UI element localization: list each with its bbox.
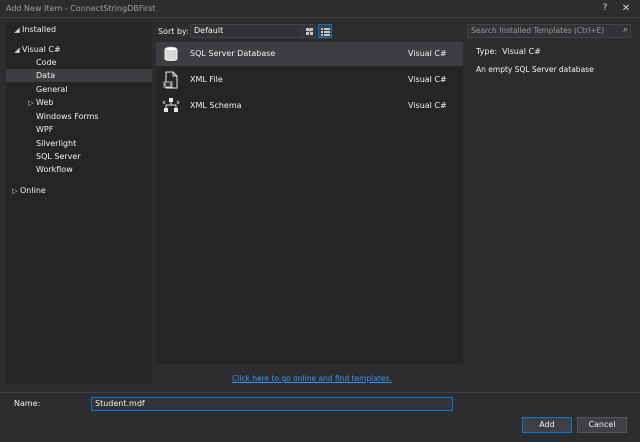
help-button[interactable]: ?	[596, 1, 614, 16]
tree-node-label: Workflow	[36, 165, 73, 174]
tree-node-visual-csharp[interactable]: ◢ Visual C#	[12, 43, 61, 56]
type-row: Type: Visual C#	[476, 47, 541, 56]
xml-schema-icon	[162, 98, 180, 112]
collapsed-arrow-icon[interactable]: ▷	[26, 97, 36, 110]
tree-node-label: Data	[36, 71, 56, 80]
tree-node-wpf[interactable]: WPF	[36, 123, 53, 136]
tree-node-web[interactable]: ▷ Web	[26, 96, 53, 109]
cancel-button[interactable]: Cancel	[577, 417, 627, 433]
template-row-sql-server-database[interactable]: SQL Server Database Visual C#	[156, 42, 463, 66]
template-name: XML File	[190, 75, 223, 84]
template-language: Visual C#	[408, 75, 447, 84]
xml-file-icon	[163, 71, 178, 89]
type-label: Type:	[476, 47, 498, 56]
tree-node-sql-server[interactable]: SQL Server	[36, 150, 81, 163]
template-row-xml-schema[interactable]: XML Schema Visual C#	[156, 94, 463, 118]
tree-node-label: General	[36, 85, 68, 94]
search-templates-input[interactable]: Search Installed Templates (Ctrl+E) ⌕	[467, 24, 631, 38]
name-label: Name:	[14, 399, 41, 408]
sort-toolbar: Sort by: Default ▼	[156, 22, 466, 40]
sort-by-dropdown[interactable]: Default ▼	[190, 24, 316, 38]
title-bar: Add New Item - ConnectStringDBFirst ? ✕	[0, 0, 640, 18]
expanded-arrow-icon: ◢	[14, 46, 20, 54]
tree-node-label: Windows Forms	[36, 112, 99, 121]
tree-node-windows-forms[interactable]: Windows Forms	[36, 110, 99, 123]
database-icon	[164, 46, 178, 61]
tree-node-general[interactable]: General	[36, 83, 68, 96]
name-input[interactable]: Student.mdf	[91, 397, 453, 411]
tree-node-label: Online	[20, 186, 46, 195]
tree-node-label: WPF	[36, 125, 54, 134]
sort-by-label: Sort by:	[158, 27, 189, 36]
template-language: Visual C#	[408, 101, 447, 110]
medium-icons-view-button[interactable]	[302, 24, 316, 38]
divider	[0, 392, 640, 393]
tree-node-workflow[interactable]: Workflow	[36, 163, 73, 176]
template-details: Type: Visual C# An empty SQL Server datab…	[468, 42, 634, 142]
close-button[interactable]: ✕	[617, 1, 635, 16]
tree-node-label: Installed	[22, 25, 57, 34]
template-list: SQL Server Database Visual C# XML File V…	[156, 42, 463, 364]
tree-node-label: Silverlight	[36, 139, 77, 148]
search-placeholder: Search Installed Templates (Ctrl+E)	[471, 26, 605, 35]
tree-node-label: Code	[36, 58, 57, 67]
online-templates-link[interactable]: Click here to go online and find templat…	[232, 374, 392, 383]
expanded-arrow-icon: ◢	[14, 26, 20, 34]
add-button[interactable]: Add	[522, 417, 572, 433]
collapsed-arrow-icon[interactable]: ▷	[10, 185, 20, 198]
search-icon: ⌕	[622, 25, 628, 35]
list-view-button[interactable]	[318, 24, 332, 38]
type-value: Visual C#	[502, 47, 541, 56]
tree-node-online[interactable]: ▷ Online	[10, 184, 46, 197]
template-row-xml-file[interactable]: XML File Visual C#	[156, 68, 463, 92]
tree-node-data[interactable]: Data	[6, 69, 152, 82]
template-name: SQL Server Database	[190, 49, 276, 58]
template-description: An empty SQL Server database	[476, 65, 594, 74]
tree-node-label: Visual C#	[22, 45, 61, 54]
tree-node-installed[interactable]: ◢ Installed	[12, 23, 56, 36]
tree-node-label: Web	[36, 98, 54, 107]
tree-node-code[interactable]: Code	[36, 56, 56, 69]
tree-node-silverlight[interactable]: Silverlight	[36, 137, 76, 150]
window-title: Add New Item - ConnectStringDBFirst	[6, 4, 156, 13]
template-name: XML Schema	[190, 101, 242, 110]
sort-by-value: Default	[194, 26, 224, 35]
tree-node-label: SQL Server	[36, 152, 81, 161]
template-language: Visual C#	[408, 49, 447, 58]
